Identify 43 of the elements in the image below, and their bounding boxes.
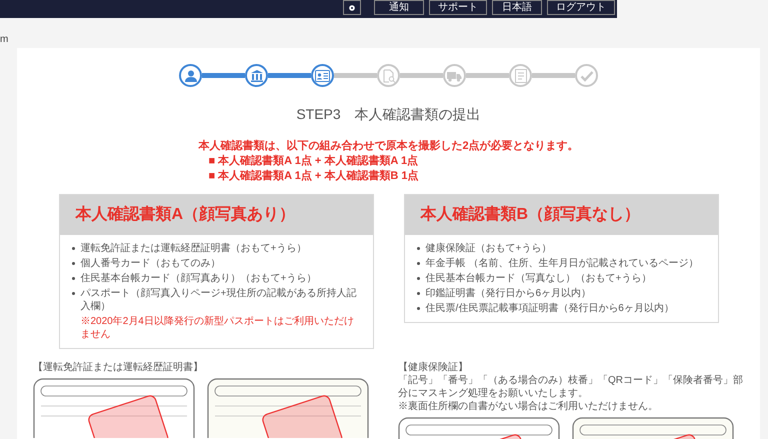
id-card-icon — [315, 70, 330, 82]
bullet-icon — [72, 277, 74, 280]
side-text: m — [0, 33, 8, 47]
bullet-icon — [72, 247, 74, 250]
bullet-icon — [72, 262, 74, 265]
document-icon — [514, 68, 526, 82]
nav-button[interactable]: 通知 — [374, 0, 424, 15]
document-item: 個人番号カード（おもてのみ） — [80, 257, 220, 270]
bullet-icon — [416, 262, 420, 265]
document-item: 住民基本台帳カード（顔写真あり）（おもて+うら） — [80, 272, 316, 285]
bullet-icon — [416, 277, 420, 280]
bullet-icon — [416, 247, 420, 250]
example-text: ※裏面住所欄の自書がない場合はご利用いただけません。 — [398, 400, 659, 413]
nav-button[interactable]: ログアウト — [547, 0, 615, 15]
example-text: 「記号」「番号」「（ある場合のみ）枝番」「QRコード」「保険者番号」部分にマスキング処理をお願いいたします。 — [398, 374, 743, 400]
document-item: 健康保険証（おもて+うら） — [426, 242, 552, 255]
bank-icon — [250, 68, 264, 82]
settings-icon — [348, 4, 356, 12]
settings-button[interactable] — [343, 0, 361, 15]
person-icon — [184, 68, 198, 82]
nav-button[interactable]: サポート — [429, 0, 487, 15]
document-item: パスポート（顔写真入りページ+現住所の記載がある所持人記入欄） — [80, 287, 358, 313]
example-label: 【運転免許証または運転経歴証明書】 — [33, 361, 204, 374]
example-label: 【健康保険証】 — [398, 361, 469, 374]
document-item: 住民票/住民票記載事項証明書（発行日から6ヶ月以内） — [426, 302, 674, 315]
bullet-icon — [72, 292, 74, 295]
document-item: 住民基本台帳カード（写真なし）（おもて+うら） — [426, 272, 652, 285]
document-item: 運転免許証または運転経歴証明書（おもて+うら） — [80, 242, 306, 255]
nav-button[interactable]: 日本語 — [492, 0, 542, 15]
combination-text: ■ 本人確認書類A 1点 + 本人確認書類B 1点 — [208, 169, 419, 184]
document-search-icon — [382, 68, 396, 82]
step-title: STEP3 本人確認書類の提出 — [296, 105, 481, 124]
card-heading: 本人確認書類B（顔写真なし） — [420, 204, 640, 225]
bullet-icon — [416, 292, 420, 295]
truck-icon — [447, 70, 462, 82]
checkmark-icon — [580, 70, 594, 82]
notice-text: 本人確認書類は、以下の組み合わせで原本を撮影した2点が必要となります。 — [198, 139, 579, 154]
document-item: 印鑑証明書（発行日から6ヶ月以内） — [426, 287, 592, 300]
card-heading: 本人確認書類A（顔写真あり） — [76, 204, 296, 225]
bullet-icon — [416, 307, 420, 310]
card-note: ※2020年2月4日以降発行の新型パスポートはご利用いただけません — [80, 316, 354, 340]
combination-text: ■ 本人確認書類A 1点 + 本人確認書類A 1点 — [208, 154, 418, 169]
document-item: 年金手帳 （名前、住所、生年月日が記載されているページ） — [426, 257, 698, 270]
